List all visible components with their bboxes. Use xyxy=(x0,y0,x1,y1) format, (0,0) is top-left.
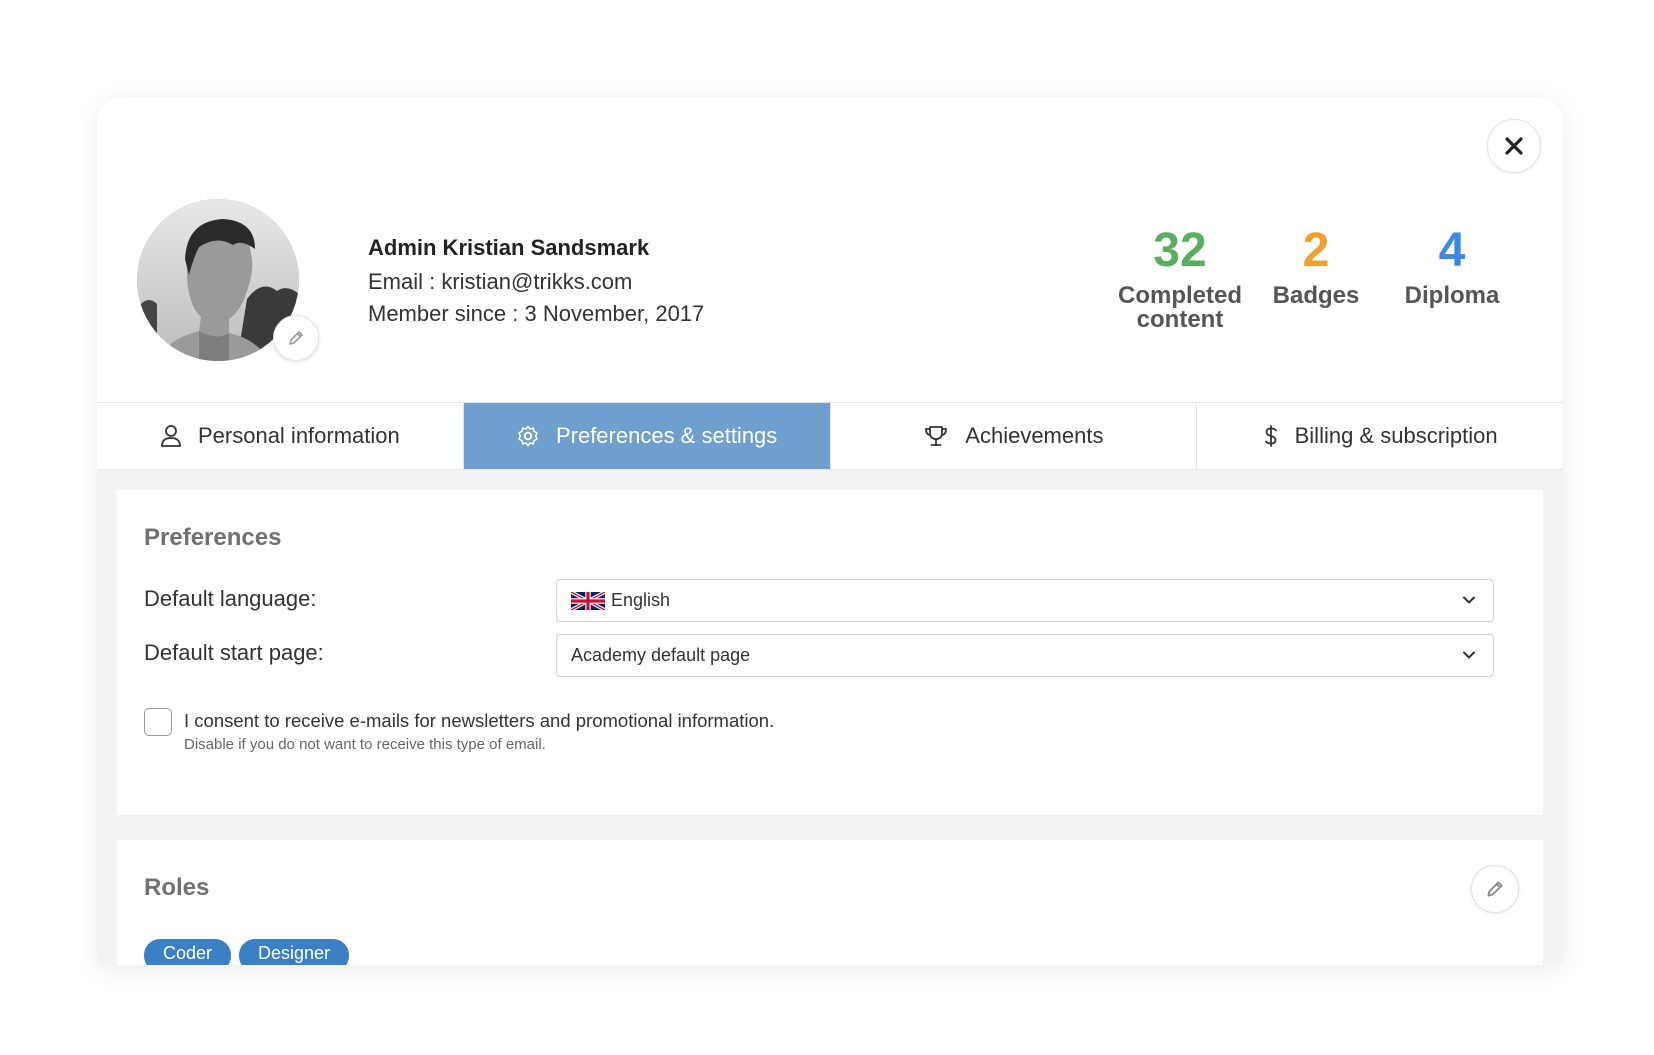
tab-preferences-settings-label: Preferences & settings xyxy=(555,423,778,448)
user-name: Admin Kristian Sandsmark xyxy=(368,235,650,260)
gear-icon xyxy=(518,425,538,447)
consent-hint: Disable if you do not want to receive th… xyxy=(184,736,546,753)
default-start-page-value: Academy default page xyxy=(571,645,751,665)
user-icon xyxy=(161,425,181,447)
role-tag-coder[interactable]: Coder xyxy=(144,939,232,965)
tab-achievements[interactable]: Achievements xyxy=(830,403,1198,469)
profile-header: Admin Kristian Sandsmark Email : kristia… xyxy=(97,97,1563,402)
uk-flag-icon xyxy=(571,591,605,610)
tab-content: Preferences Default language: English De… xyxy=(97,470,1563,965)
default-start-page-select[interactable]: Academy default page xyxy=(556,634,1494,677)
tabs: Personal information Preferences & setti… xyxy=(97,402,1563,470)
tab-personal-information-label: Personal information xyxy=(197,423,400,448)
tab-billing-subscription[interactable]: Billing & subscription xyxy=(1197,403,1563,469)
tab-personal-information[interactable]: Personal information xyxy=(97,403,464,469)
default-start-page-label: Default start page: xyxy=(144,640,324,665)
pencil-icon xyxy=(289,331,303,345)
stat-completed-label: Completed content xyxy=(1117,281,1242,334)
stat-badges-label: Badges xyxy=(1272,281,1360,309)
stats: 32 Completed content 2 Badges 4 Diploma xyxy=(1112,224,1520,334)
stat-diploma: 4 Diploma xyxy=(1384,224,1520,333)
preferences-title: Preferences xyxy=(144,524,282,551)
roles-title: Roles xyxy=(144,874,210,901)
member-since: Member since : 3 November, 2017 xyxy=(368,301,705,326)
stat-completed-value: 32 xyxy=(1153,224,1207,277)
stat-diploma-value: 4 xyxy=(1438,224,1466,277)
user-info: Admin Kristian Sandsmark Email : kristia… xyxy=(368,235,704,333)
stat-completed: 32 Completed content xyxy=(1112,224,1248,334)
chevron-down-icon xyxy=(1463,596,1475,604)
profile-modal: Admin Kristian Sandsmark Email : kristia… xyxy=(97,97,1563,965)
stat-badges: 2 Badges xyxy=(1248,224,1384,333)
roles-panel: Roles Coder Designer xyxy=(117,840,1543,965)
dollar-icon xyxy=(1264,425,1277,447)
consent-checkbox[interactable] xyxy=(144,708,172,736)
user-email: Email : kristian@trikks.com xyxy=(368,269,633,294)
default-language-select[interactable]: English xyxy=(556,579,1494,622)
tab-preferences-settings[interactable]: Preferences & settings xyxy=(463,403,831,469)
pencil-icon xyxy=(1487,881,1503,897)
consent-label: I consent to receive e-mails for newslet… xyxy=(184,710,775,731)
default-language-label: Default language: xyxy=(144,586,317,611)
roles-edit-button[interactable] xyxy=(1471,865,1519,913)
chevron-down-icon xyxy=(1463,651,1475,659)
trophy-icon xyxy=(925,426,948,446)
tab-billing-subscription-label: Billing & subscription xyxy=(1294,423,1498,448)
preferences-panel: Preferences Default language: English De… xyxy=(117,490,1543,815)
avatar-edit-button[interactable] xyxy=(273,315,319,361)
stat-diploma-label: Diploma xyxy=(1404,281,1500,309)
role-tag-designer[interactable]: Designer xyxy=(239,939,350,965)
stat-badges-value: 2 xyxy=(1302,224,1330,277)
role-tags: Coder Designer xyxy=(144,939,350,965)
default-language-value: English xyxy=(611,590,671,610)
tab-achievements-label: Achievements xyxy=(965,423,1104,448)
